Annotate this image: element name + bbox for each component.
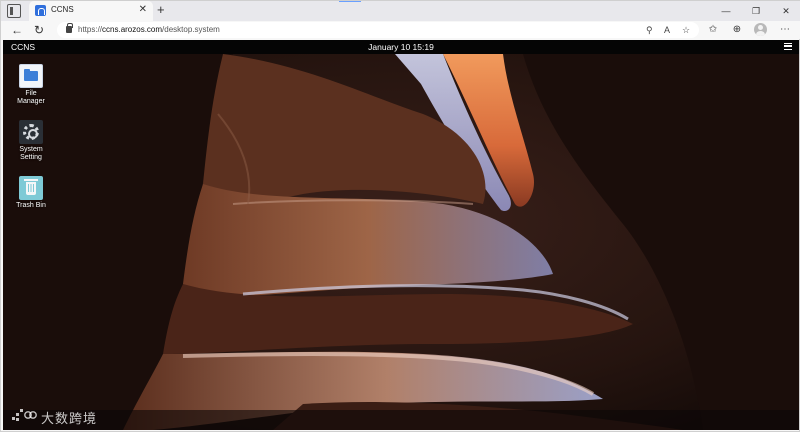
desktop-icon-file-manager[interactable]: File Manager (11, 64, 51, 106)
gear-shape (23, 124, 39, 140)
hamburger-menu-icon[interactable] (784, 43, 792, 50)
desktop-icon-label: Trash Bin (16, 202, 46, 209)
minimize-icon[interactable]: — (711, 1, 741, 21)
profile-avatar[interactable] (754, 23, 767, 36)
desktop-wallpaper (3, 54, 799, 430)
url-path: /desktop.system (162, 25, 220, 34)
watermark-logo-icon (12, 409, 37, 421)
back-icon[interactable]: ← (9, 22, 25, 38)
restore-icon[interactable]: ❐ (741, 1, 771, 21)
desktop-topbar: CCNS January 10 15:19 (3, 40, 799, 54)
desktop-icon-trash-bin[interactable]: Trash Bin (11, 176, 51, 210)
key-icon[interactable]: ⚲ (646, 24, 653, 36)
desktop-icon-system-setting[interactable]: System Setting (11, 120, 51, 162)
desktop-icon-label: System Setting (19, 146, 43, 161)
add-favorite-icon[interactable]: ☆ (682, 24, 690, 36)
url-host: ccns.arozos.com (102, 25, 163, 34)
browser-toolbar: ← ↻ https://ccns.arozos.com/desktop.syst… (1, 21, 800, 39)
url-scheme: https:// (78, 25, 103, 34)
lock-icon[interactable] (66, 23, 73, 33)
desktop-clock: January 10 15:19 (368, 42, 434, 52)
site-favicon-icon (35, 5, 46, 16)
tab-bar: CCNS ✕ + — ❐ ✕ (1, 1, 800, 21)
collections-icon[interactable]: ⊕ (729, 23, 745, 37)
desktop-icon-label: File Manager (17, 90, 45, 105)
new-tab-icon[interactable]: + (157, 2, 165, 18)
address-bar[interactable]: https://ccns.arozos.com/desktop.system ⚲… (57, 22, 699, 38)
tab-bar-accent (339, 1, 361, 2)
read-aloud-icon[interactable]: A (664, 24, 670, 36)
tab-actions-icon[interactable] (7, 4, 21, 18)
favorites-icon[interactable]: ✩ (705, 23, 721, 37)
gear-icon (19, 120, 43, 144)
folder-icon (19, 64, 43, 88)
browser-tab[interactable]: CCNS ✕ (29, 1, 153, 21)
desktop-viewport: CCNS January 10 15:19 File Manager Syste… (3, 40, 799, 430)
window-controls: — ❐ ✕ (711, 1, 800, 21)
tab-title: CCNS (51, 5, 74, 14)
bin-shape (24, 179, 38, 195)
url-text: https://ccns.arozos.com/desktop.system (78, 25, 220, 34)
window-close-icon[interactable]: ✕ (771, 1, 800, 21)
browser-window: CCNS ✕ + — ❐ ✕ ← ↻ https://ccns.arozos.c… (0, 0, 800, 432)
trash-icon (19, 176, 43, 200)
tab-close-icon[interactable]: ✕ (139, 4, 147, 16)
more-menu-icon[interactable]: ⋯ (777, 23, 793, 37)
watermark-text: 大数跨境 (41, 411, 98, 426)
reload-icon[interactable]: ↻ (31, 22, 47, 38)
